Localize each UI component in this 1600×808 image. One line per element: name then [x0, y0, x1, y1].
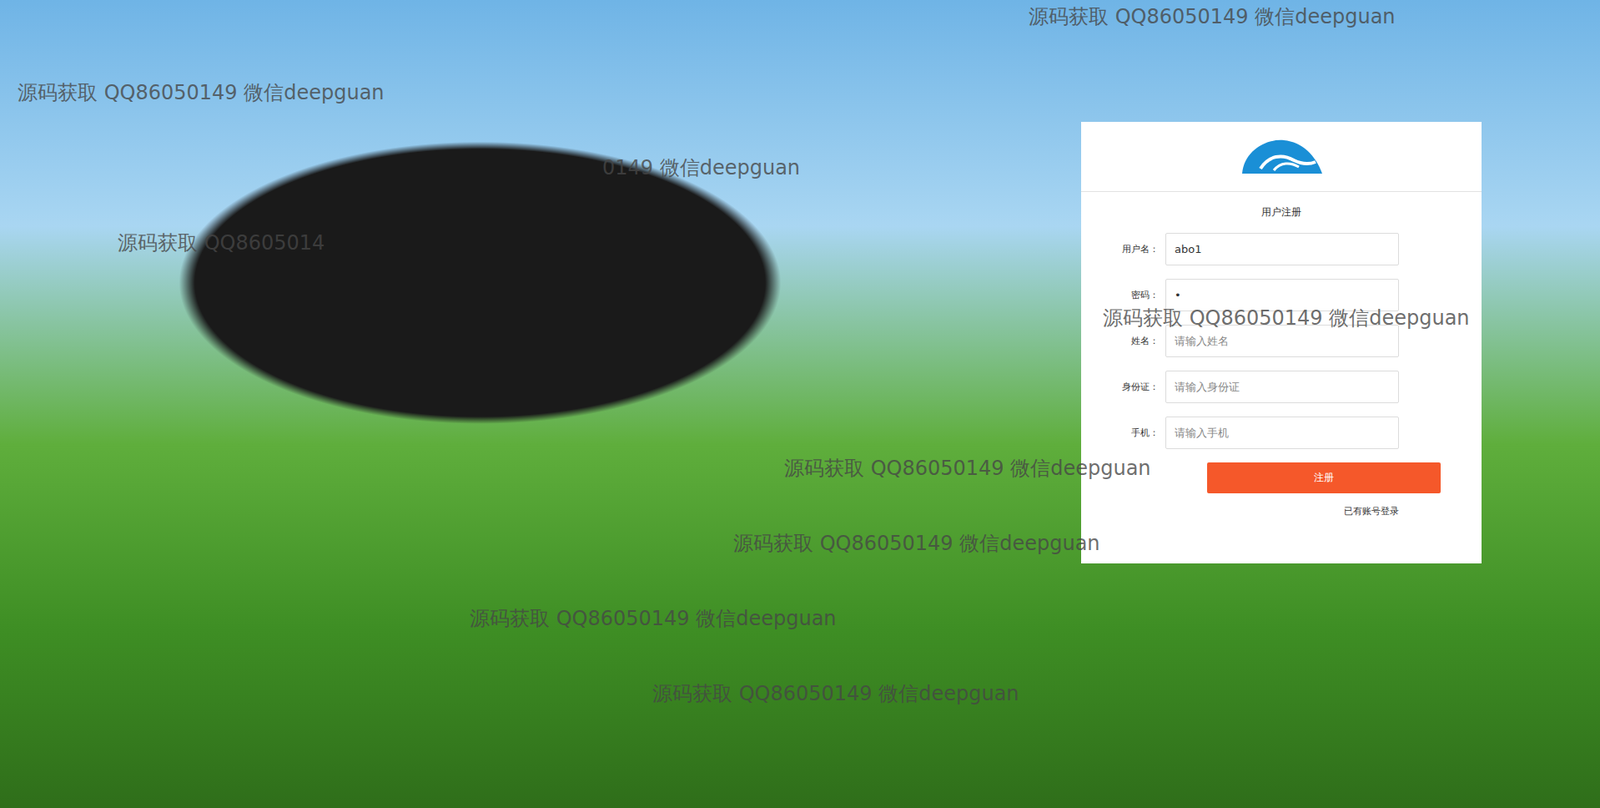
field-label: 手机：: [1097, 426, 1159, 439]
watermark: 源码获取 QQ86050149 微信deepguan: [1028, 3, 1396, 31]
field-input[interactable]: [1165, 278, 1399, 312]
watermark: 源码获取 QQ86050149 微信deepguan: [1102, 304, 1470, 332]
watermark: 0149 微信deepguan: [602, 154, 800, 182]
form-row: 手机：: [1081, 416, 1482, 449]
form-row: 密码：: [1081, 278, 1482, 312]
logo: [1235, 136, 1328, 176]
field-input[interactable]: [1165, 324, 1399, 358]
divider: [1081, 191, 1482, 192]
watermark: 源码获取 QQ8605014: [117, 229, 325, 257]
field-input[interactable]: [1165, 370, 1399, 403]
field-label: 姓名：: [1097, 334, 1159, 348]
form-row: 姓名：: [1081, 324, 1482, 358]
form-title: 用户注册: [1261, 205, 1302, 220]
field-input[interactable]: [1165, 416, 1399, 449]
watermark: 源码获取 QQ86050149 微信deepguan: [17, 79, 385, 106]
watermark: 源码获取 QQ86050149 微信deepguan: [784, 454, 1152, 482]
register-panel: 用户注册用户名： 密码： 姓名： 身份证： 手机： 注册已有账号登录: [1081, 121, 1482, 564]
logo-icon: [1235, 136, 1328, 176]
watermark: 源码获取 QQ86050149 微信deepguan: [469, 604, 837, 632]
field-label: 密码：: [1097, 288, 1159, 302]
form-fields: 用户名： 密码： 姓名： 身份证： 手机：: [1081, 232, 1482, 449]
register-page: 用户注册用户名：密码：姓名：身份证：手机：注册已有账号登录源码获取 QQ8605…: [0, 0, 1600, 808]
field-label: 用户名：: [1097, 242, 1159, 256]
watermark: 源码获取 QQ86050149 微信deepguan: [733, 529, 1101, 557]
watermark: 源码获取 QQ86050149 微信deepguan: [652, 679, 1020, 707]
field-input[interactable]: [1165, 232, 1399, 266]
register-button[interactable]: 注册: [1207, 462, 1441, 494]
login-link[interactable]: 已有账号登录: [1343, 504, 1399, 518]
form-row: 身份证：: [1081, 370, 1482, 403]
form-row: 用户名：: [1081, 232, 1482, 266]
login-link-row: 已有账号登录: [1081, 504, 1482, 518]
field-label: 身份证：: [1097, 380, 1159, 393]
